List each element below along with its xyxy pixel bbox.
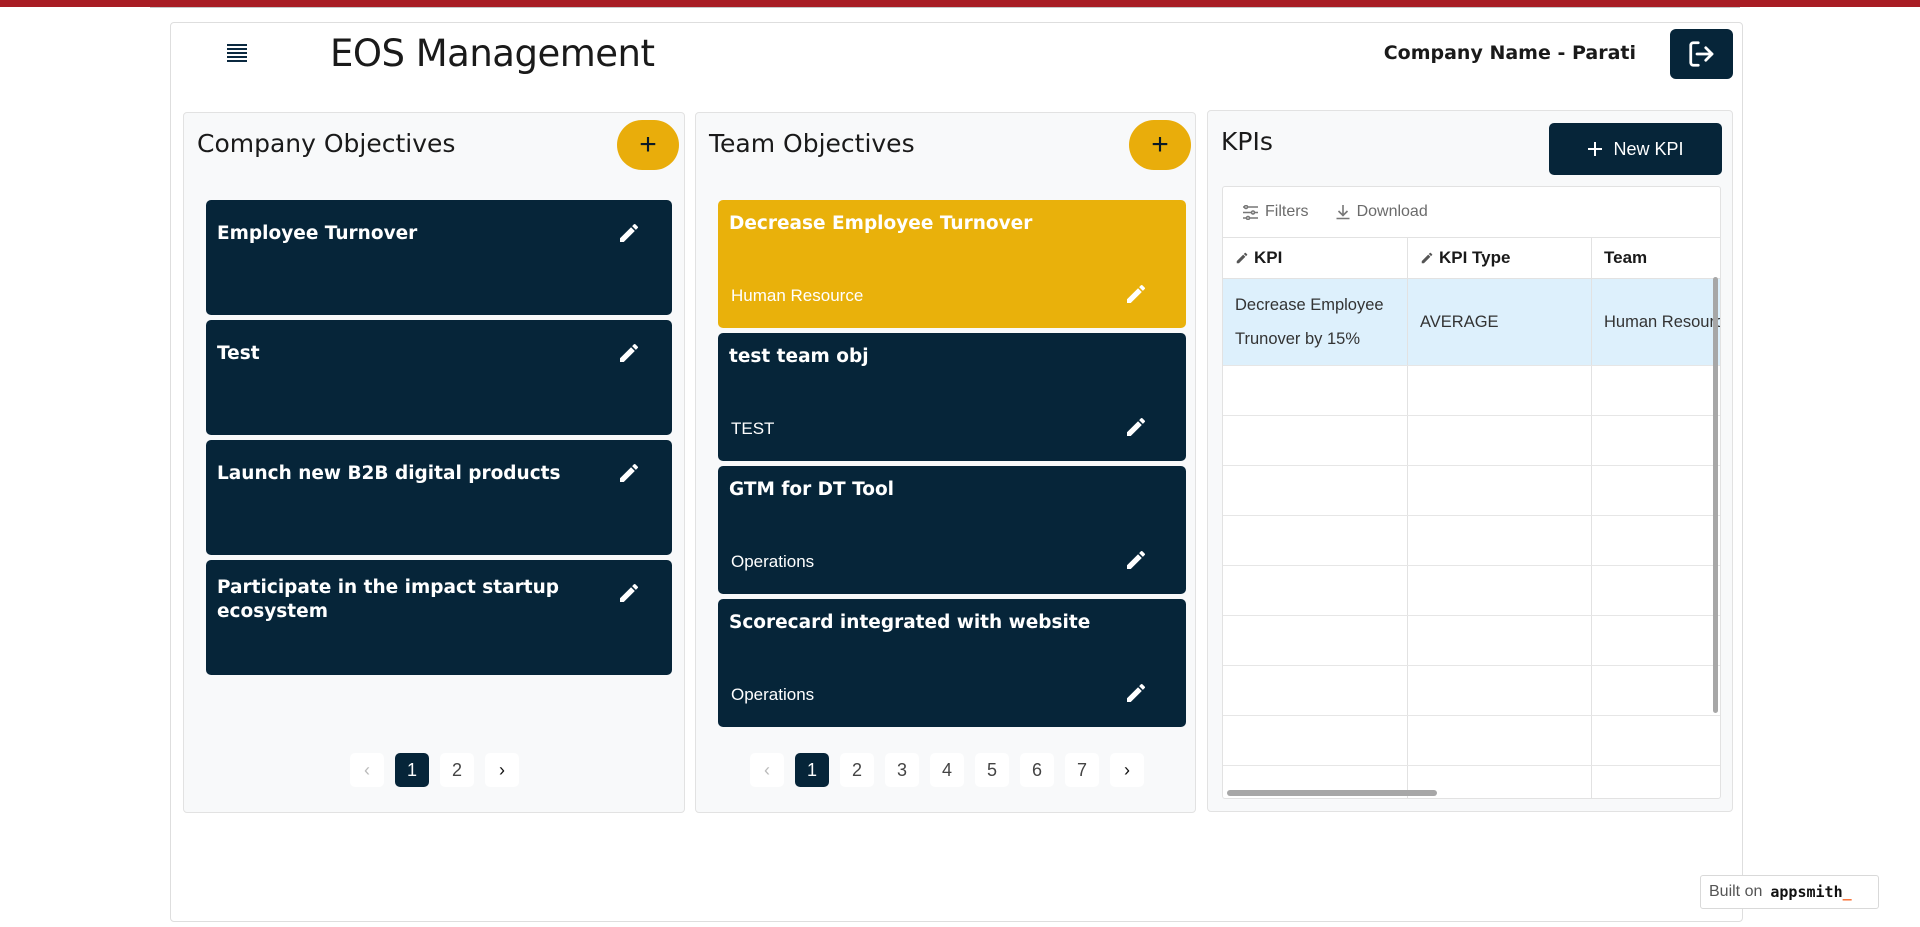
download-button[interactable]: Download (1335, 203, 1428, 221)
company-objective-card[interactable]: Test (206, 320, 672, 435)
table-row-empty (1223, 616, 1720, 666)
card-team: TEST (731, 419, 775, 438)
edit-icon[interactable] (617, 341, 641, 365)
logout-button[interactable] (1670, 29, 1733, 79)
table-row-empty (1223, 566, 1720, 616)
kpi-table: Filters Download KPI KPI Type Team Decre… (1222, 186, 1721, 799)
add-team-objective-button[interactable]: + (1129, 120, 1191, 170)
table-header: KPI KPI Type Team (1223, 238, 1720, 279)
cell-kpi: Decrease Employee Trunover by 15% (1223, 279, 1408, 365)
column-label: Team (1604, 248, 1648, 267)
prev-page-button[interactable]: ‹ (750, 753, 784, 787)
editable-pencil-icon (1236, 252, 1248, 264)
page-title: EOS Management (330, 32, 655, 75)
company-name-label: Company Name - Parati (1383, 42, 1636, 64)
top-accent-bar (0, 0, 1920, 7)
team-objective-card[interactable]: GTM for DT Tool Operations (718, 466, 1186, 594)
company-objectives-title: Company Objectives (197, 129, 456, 158)
card-title: GTM for DT Tool (729, 479, 894, 500)
appsmith-logo: appsmith_ (1770, 883, 1852, 901)
team-objective-card[interactable]: test team obj TEST (718, 333, 1186, 461)
download-label: Download (1356, 203, 1428, 220)
new-kpi-label: New KPI (1613, 138, 1684, 159)
cell-team: Human Resource (1604, 312, 1720, 331)
card-title: Scorecard integrated with website (729, 612, 1091, 633)
column-header-team[interactable]: Team (1592, 238, 1720, 278)
built-on-label: Built on (1709, 883, 1763, 900)
column-header-kpi-type[interactable]: KPI Type (1408, 238, 1593, 278)
kpis-title: KPIs (1221, 127, 1273, 156)
next-page-button[interactable]: › (485, 753, 519, 787)
cell-kpi-type: AVERAGE (1408, 279, 1593, 365)
company-objective-card[interactable]: Launch new B2B digital products (206, 440, 672, 555)
edit-icon[interactable] (1124, 282, 1148, 306)
table-row-empty (1223, 516, 1720, 566)
card-title: Test (217, 343, 260, 364)
page-button[interactable]: 1 (795, 753, 829, 787)
team-objectives-panel: Team Objectives + Decrease Employee Turn… (695, 112, 1196, 813)
add-company-objective-button[interactable]: + (617, 120, 679, 170)
edit-icon[interactable] (1124, 681, 1148, 705)
card-title: Participate in the impact startup ecosys… (217, 577, 559, 622)
company-objectives-pagination: ‹ 1 2 › (350, 753, 519, 787)
filters-button[interactable]: Filters (1242, 203, 1309, 221)
table-row-empty (1223, 466, 1720, 516)
page-button[interactable]: 7 (1065, 753, 1099, 787)
download-icon (1336, 205, 1350, 220)
top-divider (150, 7, 1740, 8)
edit-icon[interactable] (617, 461, 641, 485)
page-button[interactable]: 2 (840, 753, 874, 787)
filter-icon (1243, 204, 1258, 220)
edit-icon[interactable] (1124, 548, 1148, 572)
company-objective-card[interactable]: Participate in the impact startup ecosys… (206, 560, 672, 675)
team-objectives-pagination: ‹ 1 2 3 4 5 6 7 › (750, 753, 1144, 787)
kpis-panel: KPIs New KPI Filters Download KPI KPI Ty… (1207, 110, 1733, 812)
card-team: Operations (731, 685, 815, 704)
edit-icon[interactable] (617, 581, 641, 605)
page-button[interactable]: 6 (1020, 753, 1054, 787)
table-toolbar: Filters Download (1223, 187, 1720, 238)
logout-icon (1688, 41, 1713, 67)
vertical-scrollbar[interactable] (1713, 277, 1718, 713)
page-button[interactable]: 1 (395, 753, 429, 787)
new-kpi-button[interactable]: New KPI (1549, 123, 1722, 175)
table-row-empty (1223, 716, 1720, 766)
column-label: KPI (1254, 248, 1283, 267)
card-title: test team obj (729, 346, 869, 367)
edit-icon[interactable] (1124, 415, 1148, 439)
table-row-empty (1223, 366, 1720, 416)
card-team: Human Resource (731, 286, 864, 305)
column-label: KPI Type (1439, 248, 1511, 267)
team-objective-card-selected[interactable]: Decrease Employee Turnover Human Resourc… (718, 200, 1186, 328)
company-objectives-panel: Company Objectives + Employee Turnover T… (183, 112, 685, 813)
table-row-empty (1223, 416, 1720, 466)
menu-icon[interactable] (227, 44, 253, 64)
team-objective-card[interactable]: Scorecard integrated with website Operat… (718, 599, 1186, 727)
page-button[interactable]: 3 (885, 753, 919, 787)
table-row-empty (1223, 666, 1720, 716)
card-title: Employee Turnover (217, 223, 418, 244)
editable-pencil-icon (1421, 252, 1433, 264)
card-team: Operations (731, 552, 815, 571)
team-objectives-title: Team Objectives (709, 129, 915, 158)
table-row[interactable]: Decrease Employee Trunover by 15% AVERAG… (1223, 279, 1720, 366)
prev-page-button[interactable]: ‹ (350, 753, 384, 787)
filters-label: Filters (1265, 203, 1309, 220)
page-button[interactable]: 2 (440, 753, 474, 787)
company-objective-card[interactable]: Employee Turnover (206, 200, 672, 315)
card-title: Launch new B2B digital products (217, 463, 561, 484)
edit-icon[interactable] (617, 221, 641, 245)
built-on-badge[interactable]: Built on appsmith_ (1700, 875, 1879, 909)
page-button[interactable]: 5 (975, 753, 1009, 787)
plus-icon (1588, 142, 1603, 156)
card-title: Decrease Employee Turnover (729, 213, 1033, 234)
horizontal-scrollbar[interactable] (1227, 790, 1437, 796)
page-button[interactable]: 4 (930, 753, 964, 787)
column-header-kpi[interactable]: KPI (1223, 238, 1408, 278)
next-page-button[interactable]: › (1110, 753, 1144, 787)
